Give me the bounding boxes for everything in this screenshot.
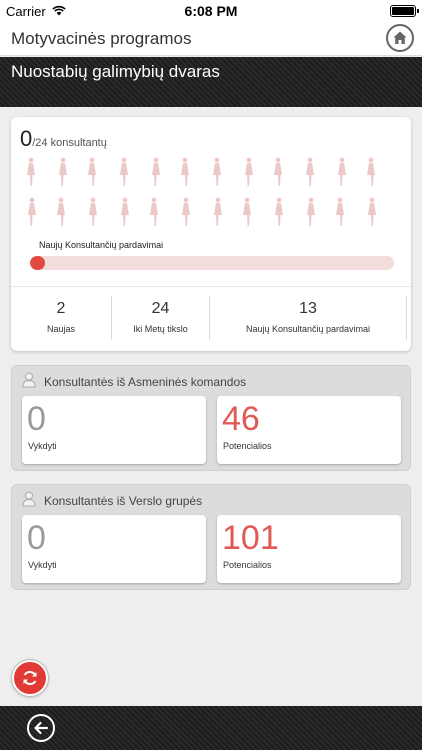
stat-value: 24 [151, 300, 170, 317]
consultant-figure-icon [27, 157, 35, 186]
panel-title: Konsultantės iš Asmeninės komandos [44, 375, 247, 389]
sales-progress-bar [30, 256, 394, 270]
divider [11, 286, 411, 287]
tile-label: Potencialios [223, 441, 272, 451]
personal-team-panel: Konsultantės iš Asmeninės komandos 0 Vyk… [11, 365, 411, 471]
target-count: /24 konsultantų [32, 137, 107, 149]
personal-team-potential-tile[interactable]: 46 Potencialios [217, 396, 401, 464]
consultant-figure-icon [57, 197, 65, 226]
summary-card: 0/24 konsultantų Naujų Konsultančių pard… [11, 117, 411, 351]
consultant-figure-icon [120, 157, 128, 186]
refresh-icon [23, 670, 37, 686]
consultant-figure-icon [245, 157, 253, 186]
consultant-figure-icon [182, 197, 190, 226]
stat-new: 2 Naujas [11, 292, 111, 344]
tile-label: Vykdyti [28, 441, 57, 451]
consultant-figure-icon [307, 197, 315, 226]
refresh-button[interactable] [12, 660, 48, 696]
sales-progress-label: Naujų Konsultančių pardavimai [39, 240, 164, 250]
consultant-figure-icon [306, 157, 314, 186]
program-title: Nuostabių galimybių dvaras [11, 62, 220, 81]
personal-team-active-tile[interactable]: 0 Vykdyti [22, 396, 206, 464]
tile-value: 46 [222, 400, 260, 438]
figure-row [25, 197, 395, 227]
page-title: Motyvacinės programos [11, 29, 192, 48]
consultant-figure-icon [28, 197, 36, 226]
stat-value: 13 [299, 300, 317, 317]
consultant-figure-icon [336, 197, 344, 226]
consultant-figure-icon [275, 197, 283, 226]
consultant-figure-icon [367, 157, 375, 186]
clock: 6:08 PM [184, 3, 238, 19]
person-icon [22, 491, 36, 507]
back-arrow-icon [34, 721, 49, 735]
figure-row [25, 157, 395, 187]
person-icon [22, 372, 36, 388]
stat-label: Naujas [46, 324, 75, 334]
back-button[interactable] [27, 714, 55, 742]
bottom-bar [0, 706, 422, 750]
business-group-panel: Konsultantės iš Verslo grupės 0 Vykdyti … [11, 484, 411, 590]
home-button[interactable] [386, 24, 414, 52]
nav-bar: Motyvacinės programos [0, 22, 422, 56]
consultant-figure-icon [88, 157, 96, 186]
consultant-figure-icon [368, 197, 376, 226]
consultant-figure-icon [89, 197, 97, 226]
stat-new-sales: 13 Naujų Konsultančių pardavimai [210, 292, 406, 344]
battery-icon [390, 5, 419, 17]
consultant-figure-icon [213, 157, 221, 186]
consultant-figure-icon [338, 157, 346, 186]
tile-label: Vykdyti [28, 560, 57, 570]
program-banner: Nuostabių galimybių dvaras [0, 57, 422, 107]
consultant-figure-icon [274, 157, 282, 186]
tile-value: 101 [222, 519, 279, 557]
business-group-active-tile[interactable]: 0 Vykdyti [22, 515, 206, 583]
stat-separator [406, 296, 407, 340]
consultant-figure-icon [150, 197, 158, 226]
stat-value: 2 [56, 300, 66, 317]
consultant-figure-icon [243, 197, 251, 226]
progress-count: 0/24 konsultantų [20, 126, 107, 152]
home-icon [393, 31, 407, 44]
consultant-figure-icon [152, 157, 160, 186]
panel-title: Konsultantės iš Verslo grupės [44, 494, 203, 508]
status-bar: Carrier 6:08 PM [0, 0, 422, 22]
business-group-potential-tile[interactable]: 101 Potencialios [217, 515, 401, 583]
stat-year-target: 24 Iki Metų tikslo [112, 292, 209, 344]
consultant-figure-icon [181, 157, 189, 186]
stat-label: Naujų Konsultančių pardavimai [245, 324, 371, 334]
consultant-figure-icon [214, 197, 222, 226]
stat-label: Iki Metų tikslo [133, 324, 188, 334]
sales-progress-fill [30, 256, 45, 270]
tile-value: 0 [27, 400, 46, 438]
current-count: 0 [20, 126, 33, 151]
tile-label: Potencialios [223, 560, 272, 570]
consultant-figure-icon [59, 157, 67, 186]
tile-value: 0 [27, 519, 46, 557]
consultant-figure-icon [121, 197, 129, 226]
